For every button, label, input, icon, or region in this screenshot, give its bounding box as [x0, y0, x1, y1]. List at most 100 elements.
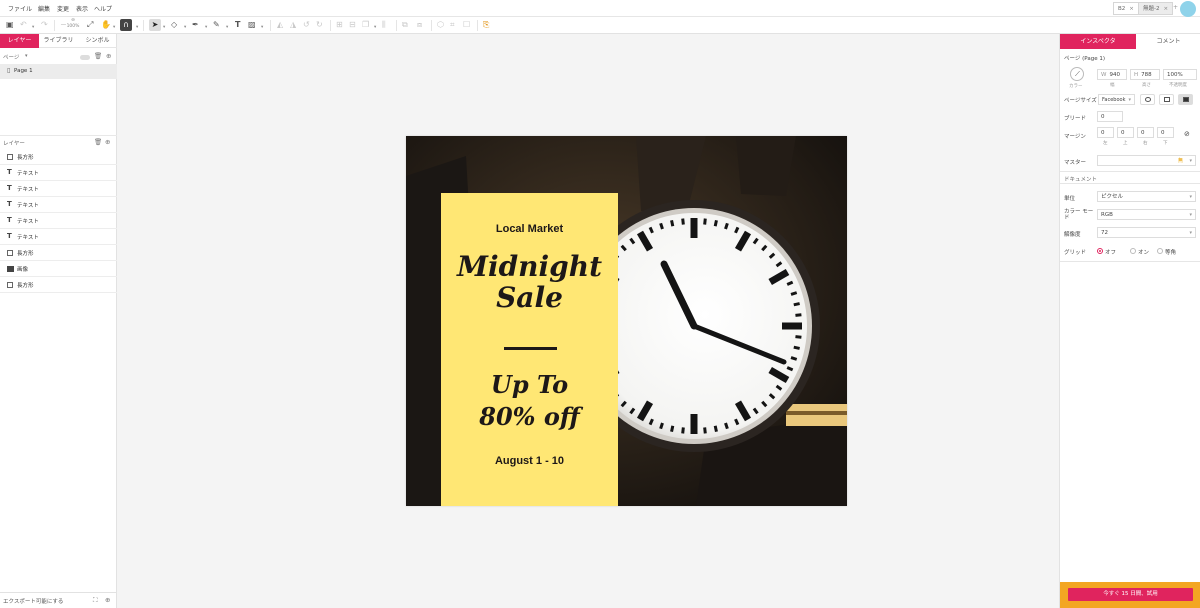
doc-tab-b2[interactable]: B2 × [1113, 2, 1139, 15]
chevron-down-icon[interactable]: ▾ [374, 23, 376, 33]
pen-tool-icon[interactable]: ✒ [192, 20, 199, 30]
arrange-icon[interactable]: ❐ [362, 20, 369, 30]
add-page-icon[interactable]: ⊕ [106, 52, 111, 60]
layer-row[interactable]: T テキスト [0, 165, 117, 181]
page-visibility-toggle[interactable] [80, 55, 90, 60]
page-size-select[interactable]: Facebook ▾ [1098, 94, 1135, 105]
link-margins-icon[interactable]: ⊘ [1184, 130, 1190, 138]
offer-text[interactable]: Up To 80% off [441, 369, 618, 433]
width-field[interactable]: W 940 [1097, 69, 1127, 80]
avatar[interactable] [1180, 1, 1196, 17]
menu-edit[interactable]: 編集 [38, 4, 50, 13]
margin-field[interactable]: 0 [1097, 127, 1114, 138]
image-tool-icon[interactable]: ▨ [248, 20, 256, 30]
zoom-level[interactable]: ⊖ 100% [64, 18, 82, 30]
layer-row[interactable]: T テキスト [0, 181, 117, 197]
layer-row[interactable]: 画像 [0, 261, 117, 277]
layer-row[interactable]: 長方形 [0, 245, 117, 261]
menu-file[interactable]: ファイル [8, 4, 32, 13]
grid-off-radio[interactable] [1097, 248, 1103, 254]
shape-tool-icon[interactable]: ◇ [171, 20, 177, 30]
layer-row[interactable]: T テキスト [0, 229, 117, 245]
trash-icon[interactable]: 🗑 [94, 138, 102, 146]
layer-row[interactable]: 長方形 [0, 277, 117, 293]
portrait-button[interactable] [1159, 94, 1174, 105]
align-icon[interactable]: ◭ [277, 20, 283, 30]
menu-help[interactable]: ヘルプ [94, 4, 112, 13]
layer-row[interactable]: T テキスト [0, 213, 117, 229]
make-exportable-label[interactable]: エクスポート可能にする [3, 597, 63, 605]
color-mode-select[interactable]: RGB ▾ [1097, 209, 1196, 220]
tab-inspector[interactable]: インスペクタ [1060, 34, 1136, 49]
menu-modify[interactable]: 変更 [57, 4, 69, 13]
height-field[interactable]: H 788 [1130, 69, 1160, 80]
margin-field[interactable]: 0 [1137, 127, 1154, 138]
add-export-icon[interactable]: ⊕ [105, 596, 110, 604]
group-icon[interactable]: ⊞ [336, 20, 343, 30]
date-range[interactable]: August 1 - 10 [441, 455, 618, 467]
divider-rule[interactable] [504, 347, 557, 350]
unit-select[interactable]: ピクセル ▾ [1097, 191, 1196, 202]
frame-icon[interactable]: ☐ [463, 20, 470, 30]
magnet-snap-icon[interactable]: ∩ [120, 19, 132, 31]
menu-view[interactable]: 表示 [76, 4, 88, 13]
tab-symbols[interactable]: シンボル [78, 34, 117, 48]
chevron-down-icon[interactable]: ▾ [136, 23, 138, 33]
save-icon[interactable]: ▣ [6, 20, 14, 30]
boolean-union-icon[interactable]: ⧉ [402, 20, 408, 30]
rotate-right-icon[interactable]: ↻ [316, 20, 323, 30]
grid-isometric-radio[interactable] [1157, 248, 1163, 254]
landscape-button[interactable] [1178, 94, 1193, 105]
redo-icon[interactable]: ↷ [41, 20, 48, 30]
undo-icon[interactable]: ↶ [20, 20, 27, 30]
master-select[interactable]: 無 ▾ [1097, 155, 1196, 166]
margin-field[interactable]: 0 [1157, 127, 1174, 138]
artboard[interactable]: Local Market Midnight Sale Up To 80% off… [406, 136, 847, 506]
distribute-icon[interactable]: ⫼ [382, 20, 386, 30]
close-icon[interactable]: × [1129, 6, 1134, 12]
pages-label[interactable]: ページ [3, 53, 19, 61]
layer-row[interactable]: T テキスト [0, 197, 117, 213]
doc-tab-untitled[interactable]: 無題-2 × [1138, 2, 1174, 15]
flip-icon[interactable]: ◮ [290, 20, 296, 30]
export-icon[interactable]: ⎘ [483, 20, 489, 30]
grid-on-radio[interactable] [1130, 248, 1136, 254]
add-tab-icon[interactable]: + [1173, 4, 1178, 11]
fit-screen-icon[interactable]: ⤢ [87, 20, 93, 30]
text-tool-icon[interactable]: T [235, 20, 240, 30]
select-tool-icon[interactable]: ➤ [149, 19, 161, 31]
tab-layers[interactable]: レイヤー [0, 34, 39, 48]
chevron-down-icon[interactable]: ▾ [113, 23, 115, 33]
ungroup-icon[interactable]: ⊟ [349, 20, 356, 30]
chevron-down-icon[interactable]: ▾ [25, 53, 28, 59]
promo-panel[interactable]: Local Market Midnight Sale Up To 80% off… [441, 193, 618, 506]
margin-field[interactable]: 0 [1117, 127, 1134, 138]
bleed-field[interactable]: 0 [1097, 111, 1123, 122]
tab-libraries[interactable]: ライブラリ [39, 34, 78, 48]
canvas[interactable]: Local Market Midnight Sale Up To 80% off… [118, 34, 1059, 608]
chevron-down-icon[interactable]: ▾ [261, 23, 263, 33]
trash-icon[interactable]: 🗑 [94, 52, 102, 60]
export-slice-icon[interactable]: ⛶ [93, 596, 98, 605]
fit-content-button[interactable] [1140, 94, 1155, 105]
layer-row[interactable]: 長方形 [0, 149, 117, 165]
chevron-down-icon[interactable]: ▾ [226, 23, 228, 33]
headline-midnight-sale[interactable]: Midnight Sale [441, 251, 618, 313]
resolution-select[interactable]: 72 ▾ [1097, 227, 1196, 238]
page-item[interactable]: ▯ Page 1 [0, 64, 117, 79]
hand-tool-icon[interactable]: ✋ [101, 20, 111, 30]
tab-comments[interactable]: コメント [1136, 34, 1200, 49]
crop-icon[interactable]: ⌗ [450, 20, 455, 30]
rotate-left-icon[interactable]: ↺ [303, 20, 310, 30]
opacity-field[interactable]: 100% [1163, 69, 1197, 80]
chevron-down-icon[interactable]: ▾ [205, 23, 207, 33]
mask-icon[interactable]: ⬡ [437, 20, 444, 30]
start-trial-button[interactable]: 今すぐ 15 日間、試用 [1068, 588, 1193, 601]
chevron-down-icon[interactable]: ▾ [32, 23, 34, 33]
chevron-down-icon[interactable]: ▾ [163, 23, 165, 33]
pencil-tool-icon[interactable]: ✎ [213, 20, 220, 30]
close-icon[interactable]: × [1163, 6, 1168, 12]
add-layer-icon[interactable]: ⊕ [105, 138, 110, 146]
boolean-subtract-icon[interactable]: ⧈ [417, 20, 422, 30]
chevron-down-icon[interactable]: ▾ [184, 23, 186, 33]
